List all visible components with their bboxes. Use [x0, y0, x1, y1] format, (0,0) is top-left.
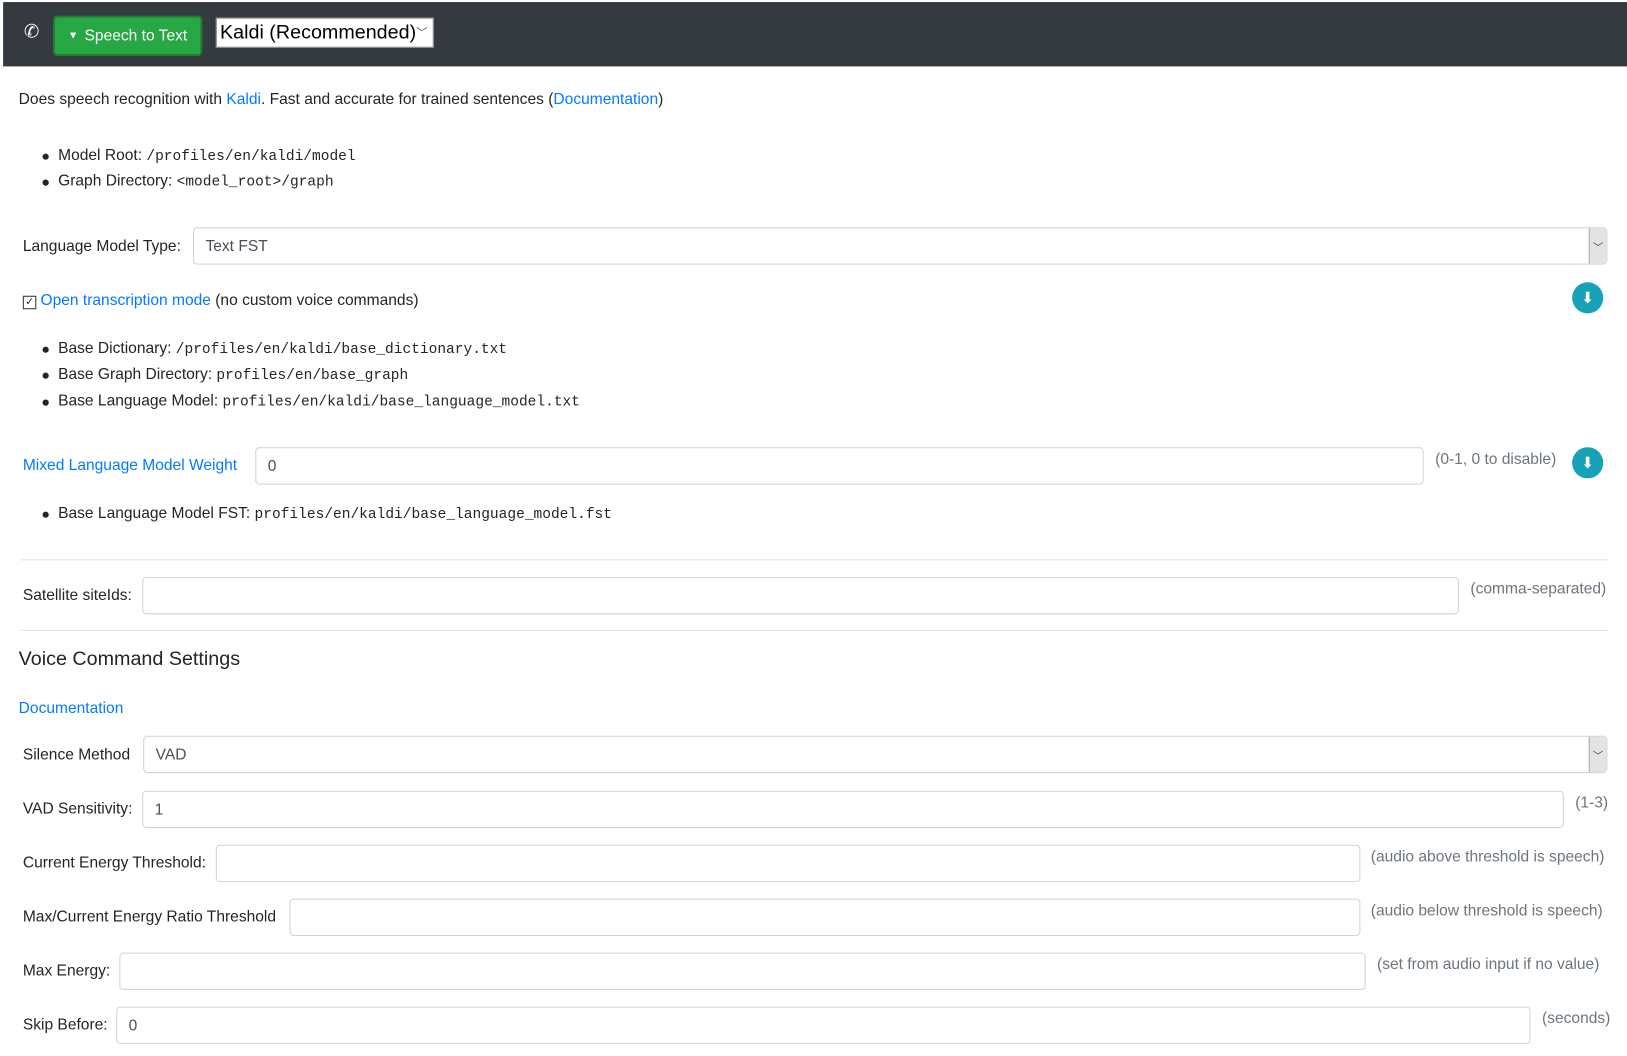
item-label: Base Graph Directory:	[58, 365, 217, 383]
vad-hint: (1-3)	[1575, 793, 1609, 812]
divider	[20, 629, 1609, 631]
skip-before-hint: (seconds)	[1542, 1009, 1611, 1028]
voice-settings-heading: Voice Command Settings	[18, 648, 241, 671]
vad-input[interactable]: 1	[142, 790, 1564, 829]
mixed-weight-value: 0	[267, 457, 277, 475]
caret-down-icon: ▼	[68, 30, 79, 42]
list-item: Base Language Model FST: profiles/en/kal…	[42, 504, 612, 524]
max-energy-input[interactable]	[119, 952, 1366, 990]
current-energy-label: Current Energy Threshold:	[22, 854, 206, 872]
engine-select[interactable]: Kaldi (Recommended) ﹀	[215, 17, 434, 48]
open-transcription-checkbox[interactable]: ✓	[22, 295, 37, 310]
speech-to-text-button[interactable]: ▼ Speech to Text	[52, 15, 203, 57]
list-item: Base Dictionary: /profiles/en/kaldi/base…	[42, 339, 508, 359]
max-energy-hint: (set from audio input if no value)	[1377, 955, 1600, 974]
ratio-label: Max/Current Energy Ratio Threshold	[22, 907, 277, 926]
mixed-weight-link[interactable]: Mixed Language Model Weight	[23, 457, 237, 475]
list-item: Graph Directory: <model_root>/graph	[42, 172, 334, 191]
settings-page: ✆ ▼ Speech to Text Kaldi (Recommended) ﹀ D…	[0, 0, 1627, 1056]
current-energy-hint: (audio above threshold is speech)	[1370, 847, 1605, 866]
item-value: /profiles/en/kaldi/base_dictionary.txt	[175, 341, 508, 359]
intro-middle: . Fast and accurate for trained sentence…	[260, 90, 554, 108]
intro-suffix: )	[658, 90, 664, 108]
documentation-link[interactable]: Documentation	[553, 90, 658, 108]
open-transcription-row: ✓ Open transcription mode (no custom voic…	[22, 291, 419, 310]
item-label: Graph Directory:	[58, 172, 177, 190]
max-energy-label: Max Energy:	[22, 961, 111, 980]
item-value: <model_root>/graph	[176, 174, 334, 191]
open-transcription-suffix: (no custom voice commands)	[210, 291, 419, 310]
silence-method-value: VAD	[155, 745, 187, 764]
chevron-down-icon: ﹀	[416, 26, 428, 40]
item-label: Base Dictionary:	[58, 339, 176, 357]
item-value: profiles/en/kaldi/base_language_model.fs…	[254, 506, 612, 524]
phone-icon: ✆	[23, 20, 40, 42]
silence-method-label: Silence Method	[22, 746, 131, 764]
satellite-input[interactable]	[142, 576, 1460, 615]
button-label: Speech to Text	[84, 26, 188, 45]
item-value: profiles/en/base_graph	[216, 367, 409, 384]
vad-value: 1	[154, 800, 164, 819]
engine-select-value: Kaldi (Recommended)	[219, 21, 417, 44]
satellite-hint: (comma-separated)	[1470, 580, 1607, 598]
ratio-hint: (audio below threshold is speech)	[1370, 901, 1603, 920]
satellite-label: Satellite siteIds:	[22, 586, 132, 604]
skip-before-value: 0	[128, 1016, 138, 1035]
ratio-input[interactable]	[289, 898, 1361, 937]
mixed-weight-hint: (0-1, 0 to disable)	[1435, 450, 1557, 469]
lm-type-select[interactable]: Text FST ﹀	[193, 227, 1608, 265]
open-transcription-link[interactable]: Open transcription mode	[40, 292, 210, 310]
skip-before-label: Skip Before:	[22, 1015, 108, 1034]
skip-before-input[interactable]: 0	[116, 1006, 1531, 1044]
list-item: Base Graph Directory: profiles/en/base_g…	[42, 365, 409, 384]
download-icon[interactable]: ⬇	[1572, 282, 1604, 314]
lm-type-label: Language Model Type:	[22, 237, 181, 256]
silence-method-select[interactable]: VAD ﹀	[143, 735, 1608, 774]
item-value: profiles/en/kaldi/base_language_model.tx…	[222, 394, 580, 411]
download-icon[interactable]: ⬇	[1572, 447, 1604, 479]
vad-label: VAD Sensitivity:	[22, 800, 133, 818]
chevron-down-icon: ﹀	[1588, 736, 1607, 773]
intro-prefix: Does speech recognition with	[18, 90, 227, 108]
list-item: Base Language Model: profiles/en/kaldi/b…	[42, 392, 580, 411]
lm-type-value: Text FST	[205, 237, 268, 255]
voice-documentation-link[interactable]: Documentation	[19, 699, 124, 717]
item-value: /profiles/en/kaldi/model	[146, 148, 356, 165]
current-energy-input[interactable]	[215, 844, 1361, 883]
item-label: Model Root:	[58, 146, 147, 164]
item-label: Base Language Model:	[58, 392, 223, 410]
intro-text: Does speech recognition with Kaldi. Fast…	[19, 90, 664, 108]
list-item: Model Root: /profiles/en/kaldi/model	[42, 146, 356, 165]
kaldi-link[interactable]: Kaldi	[226, 90, 261, 108]
chevron-down-icon: ﹀	[1588, 228, 1607, 264]
divider	[20, 559, 1609, 561]
item-label: Base Language Model FST:	[58, 504, 255, 522]
mixed-weight-input[interactable]: 0	[255, 447, 1424, 485]
engine-header: ✆ ▼ Speech to Text Kaldi (Recommended) ﹀	[3, 2, 1627, 67]
